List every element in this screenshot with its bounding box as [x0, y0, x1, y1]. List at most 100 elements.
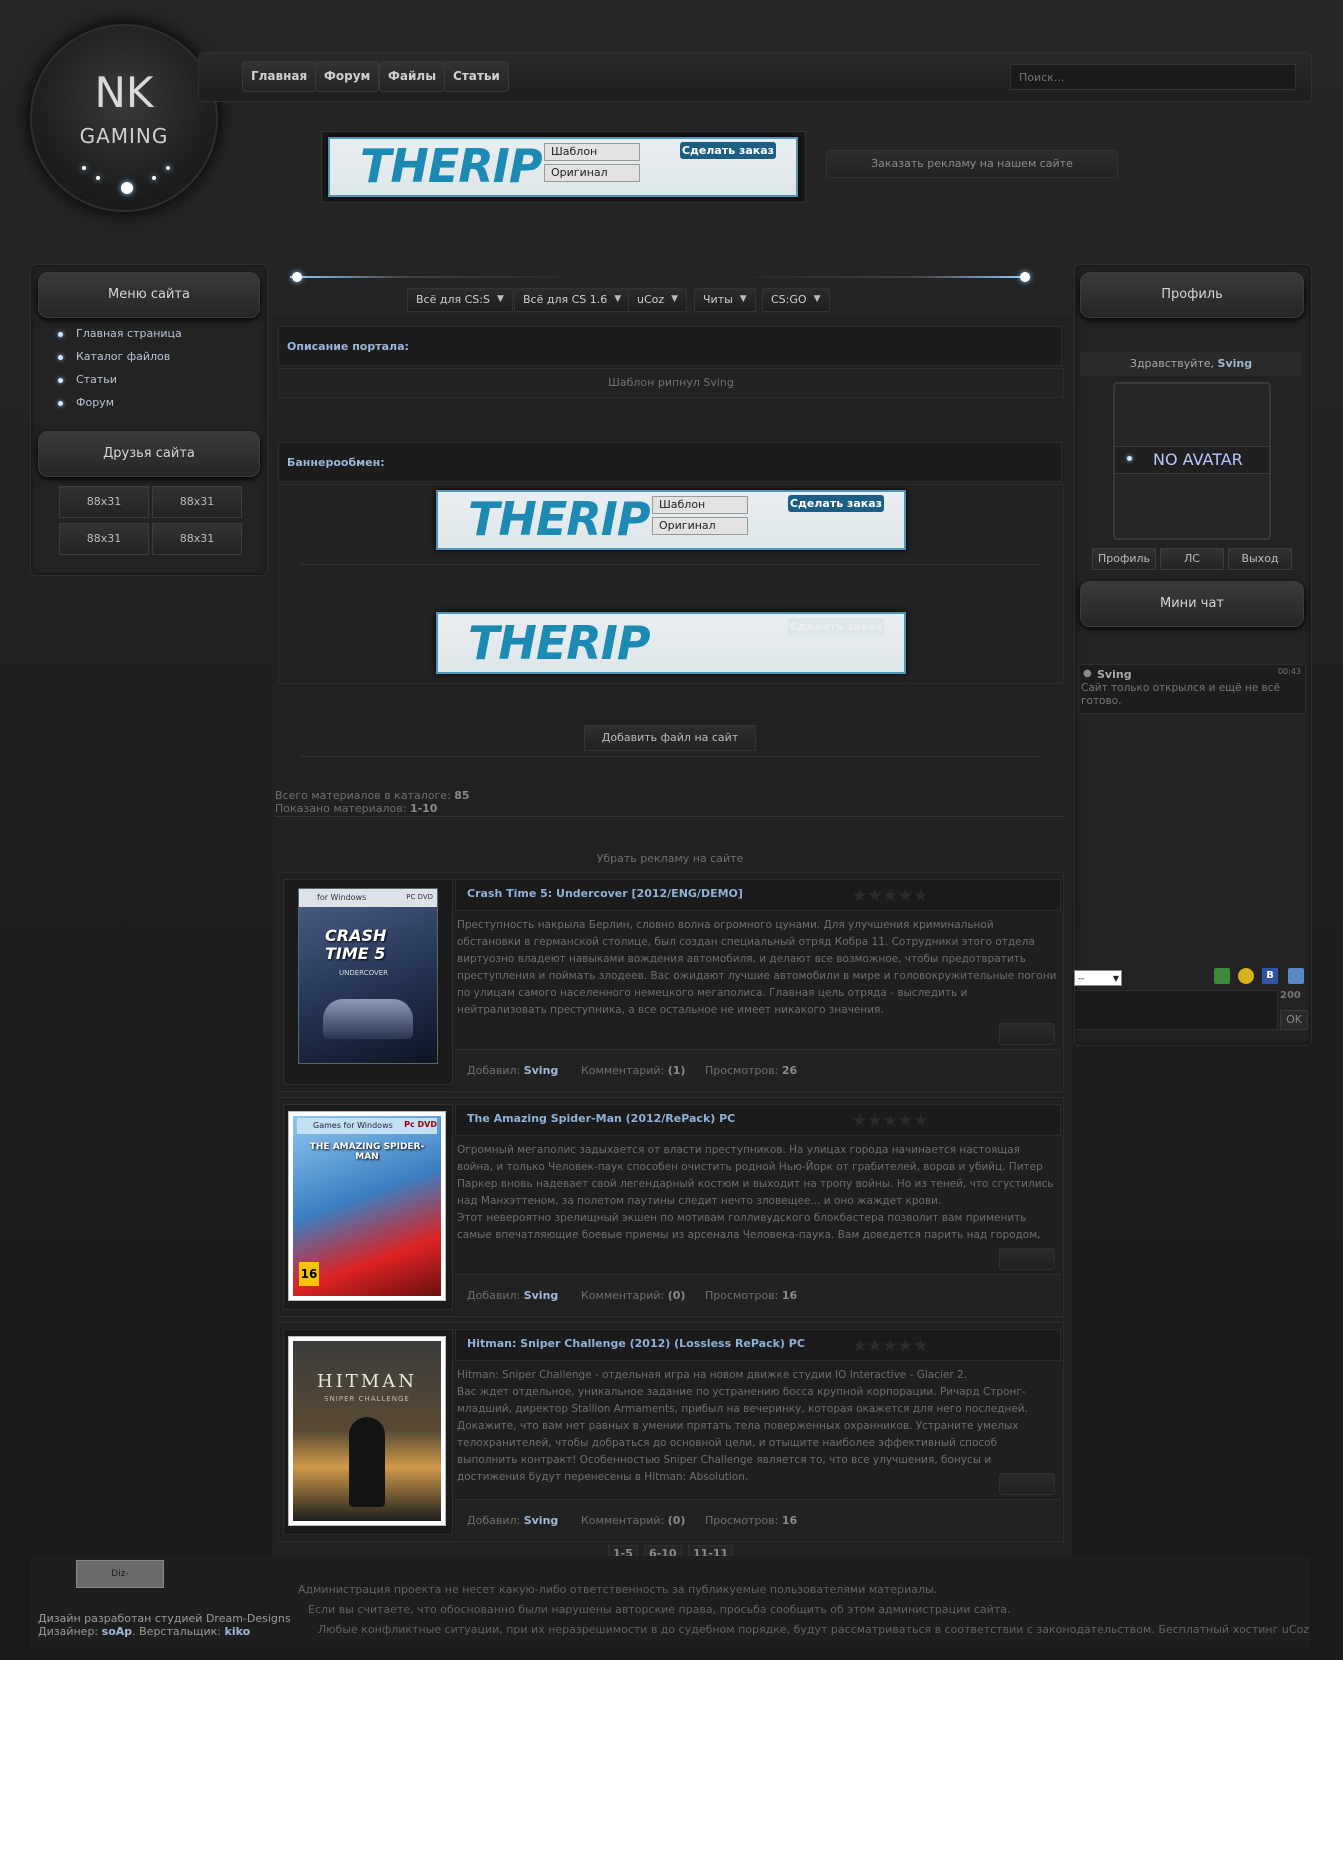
chat-text: Сайт только открылся и ещё не всё готово…	[1081, 682, 1280, 707]
comments-count: (1)	[667, 1064, 686, 1077]
glow-right-icon	[1020, 272, 1030, 282]
coder-name[interactable]: kiko	[225, 1625, 251, 1638]
friend-button[interactable]: 88x31	[59, 486, 149, 518]
entry-cover-image[interactable]: HITMAN SNIPER CHALLENGE	[288, 1336, 446, 1526]
profile-username[interactable]: Sving	[1218, 357, 1253, 370]
category-label: uCoz	[637, 293, 665, 306]
star-icon[interactable]: ★	[883, 1336, 898, 1356]
star-icon[interactable]: ★	[913, 1336, 928, 1356]
category-dropdown-cs16[interactable]: Всё для CS 1.6 ▼	[514, 288, 631, 312]
banner-option-original: Оригинал	[652, 517, 748, 535]
entry-cover-image[interactable]: for Windows PC DVD CRASH TIME 5 UNDERCOV…	[298, 888, 438, 1064]
nav-articles[interactable]: Статьи	[444, 61, 509, 92]
nav-files[interactable]: Файлы	[379, 61, 446, 92]
bullet-icon	[58, 332, 63, 337]
read-more-button[interactable]	[999, 1473, 1055, 1495]
author-link[interactable]: Sving	[524, 1064, 559, 1077]
entry-comments[interactable]: Комментарий: (0)	[581, 1289, 685, 1302]
star-icon[interactable]: ★	[852, 886, 867, 906]
category-dropdown-css-s[interactable]: Всё для CS:S ▼	[407, 288, 513, 312]
image-icon[interactable]	[1288, 968, 1304, 984]
category-dropdown-ucoz[interactable]: uCoz ▼	[628, 288, 688, 312]
star-icon[interactable]: ★	[883, 1111, 898, 1131]
star-icon[interactable]: ★	[898, 886, 913, 906]
designer-name[interactable]: soAp	[102, 1625, 133, 1638]
banner-logo: THERIP	[360, 139, 543, 193]
star-icon[interactable]: ★	[883, 886, 898, 906]
site-logo[interactable]: NK GAMING	[30, 24, 218, 212]
exchange-banner-2[interactable]: THERIP Сделать заказ	[436, 612, 906, 674]
exchange-banner-1[interactable]: THERIP Шаблон Оригинал Сделать заказ	[436, 490, 906, 550]
search-input[interactable]	[1010, 64, 1296, 90]
chat-message-input[interactable]	[1074, 990, 1278, 1030]
added-label: Добавил:	[467, 1514, 521, 1527]
category-dropdown-cheats[interactable]: Читы ▼	[694, 288, 756, 312]
add-file-button[interactable]: Добавить файл на сайт	[584, 725, 756, 751]
nav-forum[interactable]: Форум	[315, 61, 380, 92]
chat-select-value: --	[1078, 974, 1085, 984]
friend-button[interactable]: 88x31	[152, 523, 242, 555]
star-icon[interactable]: ★	[852, 1336, 867, 1356]
read-more-button[interactable]	[999, 1248, 1055, 1270]
entry-cover-image[interactable]: Games for Windows Pc DVD THE AMAZING SPI…	[288, 1111, 446, 1301]
profile-greeting: Здравствуйте, Sving	[1080, 357, 1302, 370]
profile-button[interactable]: Профиль	[1092, 548, 1156, 570]
category-dropdown-csgo[interactable]: CS:GO ▼	[762, 288, 830, 312]
messages-button[interactable]: ЛС	[1160, 548, 1224, 570]
entry-author: Добавил: Sving	[467, 1064, 558, 1077]
friend-button[interactable]: 88x31	[152, 486, 242, 518]
star-icon[interactable]: ★	[852, 1111, 867, 1131]
star-icon[interactable]: ★	[913, 1111, 928, 1131]
author-link[interactable]: Sving	[524, 1514, 559, 1527]
menu-item-catalog[interactable]: Каталог файлов	[76, 350, 170, 363]
entry-thumbnail-frame: HITMAN SNIPER CHALLENGE	[283, 1329, 453, 1535]
chat-send-button[interactable]: OK	[1280, 1010, 1308, 1030]
menu-item-home[interactable]: Главная страница	[76, 327, 182, 340]
banner-option-template: Шаблон	[544, 143, 640, 161]
chevron-down-icon: ▼	[1112, 974, 1119, 983]
cover-subtitle: SNIPER CHALLENGE	[324, 1395, 410, 1403]
entry-title[interactable]: Crash Time 5: Undercover [2012/ENG/DEMO]	[467, 887, 743, 900]
order-ad-button[interactable]: Заказать рекламу на нашем сайте	[826, 150, 1118, 178]
logo-dot-icon	[82, 166, 86, 170]
rating-stars[interactable]: ★★★★★	[852, 886, 928, 906]
bold-icon[interactable]: B	[1262, 968, 1278, 984]
read-more-button[interactable]	[999, 1023, 1055, 1045]
entry-comments[interactable]: Комментарий: (0)	[581, 1514, 685, 1527]
entry-title[interactable]: The Amazing Spider-Man (2012/RePack) PC	[467, 1112, 735, 1125]
menu-item-articles[interactable]: Статьи	[76, 373, 117, 386]
entry-title[interactable]: Hitman: Sniper Challenge (2012) (Lossles…	[467, 1337, 805, 1350]
divider	[275, 816, 1065, 817]
refresh-icon[interactable]	[1214, 968, 1230, 984]
counter-badge[interactable]: Diz-ucoztrack.at.ua	[76, 1560, 164, 1605]
portal-text: Шаблон рипнул Sving	[278, 368, 1064, 398]
friend-button[interactable]: 88x31	[59, 523, 149, 555]
site-menu-title: Меню сайта	[38, 272, 260, 318]
portal-heading: Описание портала:	[278, 326, 1062, 366]
star-icon[interactable]: ★	[867, 886, 882, 906]
star-icon[interactable]: ★	[867, 1111, 882, 1131]
chat-user[interactable]: Sving	[1097, 668, 1132, 681]
chat-select[interactable]: -- ▼	[1074, 970, 1122, 986]
nav-home[interactable]: Главная	[242, 61, 317, 92]
star-icon[interactable]: ★	[867, 1336, 882, 1356]
menu-item-forum[interactable]: Форум	[76, 396, 114, 409]
author-link[interactable]: Sving	[524, 1289, 559, 1302]
remove-ads-link[interactable]: Убрать рекламу на сайте	[278, 852, 1062, 865]
star-icon[interactable]: ★	[913, 886, 928, 906]
cover-badge: Pc DVD	[404, 1120, 437, 1129]
logout-button[interactable]: Выход	[1228, 548, 1292, 570]
star-icon[interactable]: ★	[898, 1336, 913, 1356]
star-icon[interactable]: ★	[898, 1111, 913, 1131]
rating-stars[interactable]: ★★★★★	[852, 1111, 928, 1131]
entry-comments[interactable]: Комментарий: (1)	[581, 1064, 685, 1077]
logo-dot-icon	[166, 166, 170, 170]
entry-author: Добавил: Sving	[467, 1514, 558, 1527]
top-ad-banner[interactable]: THERIP Шаблон Оригинал Сделать заказ	[328, 137, 798, 197]
rating-stars[interactable]: ★★★★★	[852, 1336, 928, 1356]
smiley-icon[interactable]	[1238, 968, 1254, 984]
cover-title: THE AMAZING SPIDER-MAN	[309, 1142, 425, 1162]
logo-dot-icon	[152, 176, 156, 180]
footer-disclaimer-2: Если вы считаете, что обоснованно были н…	[308, 1603, 1011, 1616]
chat-time: 00:43	[1277, 667, 1301, 676]
